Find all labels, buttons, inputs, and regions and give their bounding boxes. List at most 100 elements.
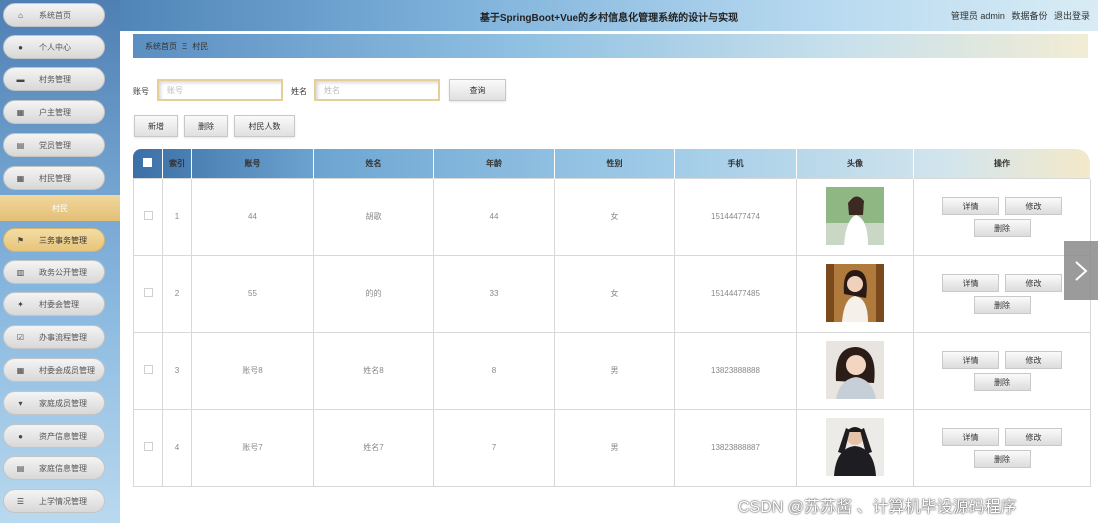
edit-button[interactable]: 修改	[1005, 350, 1062, 369]
delete-button[interactable]: 删除	[184, 115, 228, 137]
sidebar-item-label: 户主管理	[39, 107, 71, 117]
col-header-phone[interactable]: 手机	[674, 149, 797, 178]
breadcrumb: 系统首页 Ξ 村民	[133, 34, 1088, 58]
sidebar-item-gov-affairs[interactable]: ▥ 政务公开管理	[3, 260, 105, 284]
avatar[interactable]	[826, 417, 884, 476]
row-select-cell[interactable]	[133, 408, 163, 487]
breadcrumb-home[interactable]: 系统首页	[145, 41, 177, 52]
avatar[interactable]	[826, 340, 884, 399]
cell-gender: 男	[554, 331, 675, 410]
cell-age: 8	[433, 331, 555, 410]
grid-icon: ▦	[16, 107, 25, 117]
sidebar-item-villager[interactable]: ▦ 村民管理	[3, 166, 105, 190]
sidebar-item-party-member[interactable]: ▤ 党员管理	[3, 133, 105, 157]
cell-avatar	[796, 177, 914, 256]
add-button[interactable]: 新增	[134, 115, 178, 137]
user-icon: ●	[18, 42, 23, 52]
cell-phone: 15144477485	[674, 254, 797, 333]
grid-icon: ▦	[16, 365, 25, 375]
cell-name: 姓名7	[313, 408, 434, 487]
row-select-cell[interactable]	[133, 331, 163, 410]
sidebar-item-family-info[interactable]: ▤ 家庭信息管理	[3, 456, 105, 480]
cell-name: 胡歌	[313, 177, 434, 256]
select-all-cell[interactable]	[133, 149, 163, 178]
sidebar-item-committee[interactable]: ✦ 村委会管理	[3, 292, 105, 316]
cell-phone: 15144477474	[674, 177, 797, 256]
cell-age: 7	[433, 408, 555, 487]
grid-icon: ▦	[16, 173, 25, 183]
row-checkbox[interactable]	[143, 365, 153, 374]
detail-button[interactable]: 详情	[942, 196, 999, 215]
sidebar-subitem-villager[interactable]: 村民	[0, 195, 120, 221]
cell-phone: 13823888887	[674, 408, 797, 487]
table-row: 2 55 的的 33 女 15144477485 详情 修改 删除	[133, 254, 1091, 333]
menu-icon: ☰	[16, 496, 25, 506]
cell-index: 2	[162, 254, 192, 333]
logout-link[interactable]: 退出登录	[1054, 11, 1090, 21]
row-delete-button[interactable]: 删除	[973, 295, 1031, 314]
sidebar-item-profile[interactable]: ● 个人中心	[3, 35, 105, 59]
sidebar-item-three-affairs[interactable]: ⚑ 三务事务管理	[3, 228, 105, 252]
next-page-arrow[interactable]	[1064, 241, 1098, 300]
cell-avatar	[796, 331, 914, 410]
col-header-account[interactable]: 账号	[191, 149, 314, 178]
col-header-avatar: 头像	[796, 149, 914, 178]
row-checkbox[interactable]	[143, 211, 153, 220]
select-all-checkbox[interactable]	[143, 157, 153, 167]
detail-button[interactable]: 详情	[942, 350, 999, 369]
bank-icon: ▥	[16, 267, 25, 277]
sidebar-item-label: 个人中心	[39, 42, 71, 52]
sidebar: ⌂ 系统首页 ● 个人中心 ▬ 村务管理 ▦ 户主管理 ▤ 党员管理 ▦ 村民管…	[0, 0, 120, 523]
sidebar-item-process[interactable]: ☑ 办事流程管理	[3, 325, 105, 349]
tag-icon: ▾	[18, 398, 23, 408]
sidebar-item-label: 三务事务管理	[39, 235, 87, 245]
row-delete-button[interactable]: 删除	[973, 449, 1031, 468]
col-header-gender[interactable]: 性别	[554, 149, 675, 178]
avatar[interactable]	[826, 186, 884, 245]
header-user-area: 管理员 admin 数据备份 退出登录	[947, 9, 1090, 22]
chevron-right-icon	[1075, 260, 1088, 281]
cell-phone: 13823888888	[674, 331, 797, 410]
cell-gender: 女	[554, 177, 675, 256]
sidebar-item-label: 家庭信息管理	[39, 463, 87, 473]
cell-account: 44	[191, 177, 314, 256]
cell-avatar	[796, 254, 914, 333]
top-header: 基于SpringBoot+Vue的乡村信息化管理系统的设计与实现 管理员 adm…	[120, 0, 1098, 31]
edit-button[interactable]: 修改	[1005, 273, 1062, 292]
sidebar-item-label: 村委会成员管理	[39, 365, 95, 375]
row-checkbox[interactable]	[143, 288, 153, 297]
backup-link[interactable]: 数据备份	[1011, 11, 1047, 21]
row-delete-button[interactable]: 删除	[973, 372, 1031, 391]
sidebar-item-label: 村委会管理	[39, 299, 79, 309]
sidebar-item-label: 系统首页	[39, 10, 71, 20]
sidebar-item-village-affairs[interactable]: ▬ 村务管理	[3, 67, 105, 91]
col-header-index: 索引	[162, 149, 192, 178]
cell-index: 1	[162, 177, 192, 256]
row-checkbox[interactable]	[143, 442, 153, 451]
sidebar-item-schooling[interactable]: ☰ 上学情况管理	[3, 489, 105, 513]
avatar[interactable]	[826, 263, 884, 322]
sidebar-item-home[interactable]: ⌂ 系统首页	[3, 3, 105, 27]
sidebar-item-committee-members[interactable]: ▦ 村委会成员管理	[3, 358, 105, 382]
cell-age: 33	[433, 254, 555, 333]
table-row: 4 账号7 姓名7 7 男 13823888887 详情 修改 删除	[133, 408, 1091, 487]
col-header-age[interactable]: 年龄	[433, 149, 555, 178]
cell-actions: 详情 修改 删除	[913, 331, 1091, 410]
query-button[interactable]: 查询	[449, 79, 506, 101]
sidebar-item-label: 村务管理	[39, 74, 71, 84]
row-select-cell[interactable]	[133, 177, 163, 256]
name-search-input[interactable]	[314, 79, 440, 101]
sidebar-item-family-members[interactable]: ▾ 家庭成员管理	[3, 391, 105, 415]
sidebar-item-householder[interactable]: ▦ 户主管理	[3, 100, 105, 124]
edit-button[interactable]: 修改	[1005, 427, 1062, 446]
edit-button[interactable]: 修改	[1005, 196, 1062, 215]
villager-count-button[interactable]: 村民人数	[234, 115, 295, 137]
col-header-actions: 操作	[913, 149, 1091, 178]
sidebar-item-assets[interactable]: ● 资产信息管理	[3, 424, 105, 448]
detail-button[interactable]: 详情	[942, 427, 999, 446]
col-header-name[interactable]: 姓名	[313, 149, 434, 178]
detail-button[interactable]: 详情	[942, 273, 999, 292]
row-select-cell[interactable]	[133, 254, 163, 333]
row-delete-button[interactable]: 删除	[973, 218, 1031, 237]
account-search-input[interactable]	[157, 79, 283, 101]
